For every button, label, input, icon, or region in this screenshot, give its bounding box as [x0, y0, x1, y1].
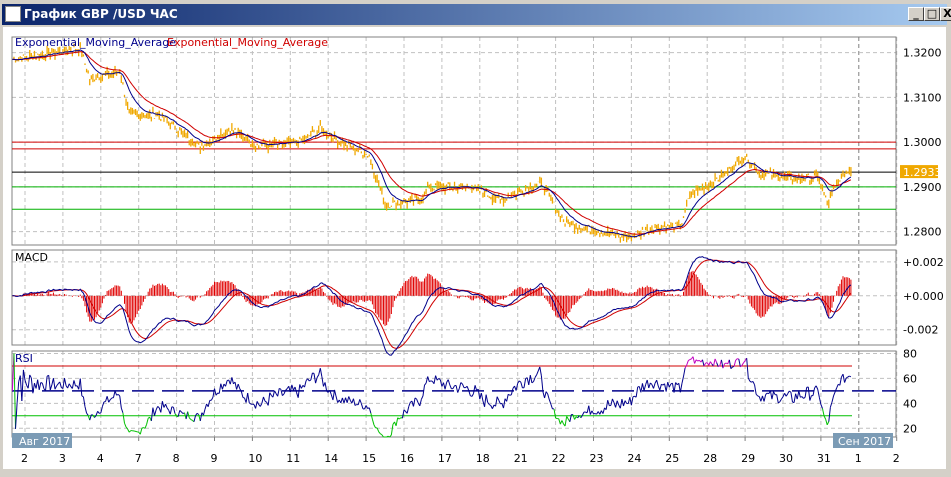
- x-tick-label: 15: [362, 452, 376, 465]
- x-tick-label: 31: [817, 452, 831, 465]
- price-tick-label: 1.3200: [903, 47, 942, 60]
- x-tick-label: 1: [855, 452, 862, 465]
- rsi-segment: [190, 419, 193, 421]
- chart-background: [3, 27, 946, 469]
- chart-window: График GBP /USD ЧАС _ □ X 2 3 4 7 8 9 10 11 14 15…: [0, 0, 951, 477]
- rsi-segment: [849, 375, 852, 378]
- macd-tick-label: -0.002: [903, 324, 938, 337]
- rsi-tick-label: 80: [903, 347, 917, 360]
- month-label-start: Авг 2017: [19, 435, 70, 448]
- x-tick-label: 24: [627, 452, 641, 465]
- ema-slow-label: Exponential_Moving_Average: [167, 36, 328, 49]
- ema-fast-label: Exponential_Moving_Average: [15, 36, 176, 49]
- x-tick-label: 2: [893, 452, 900, 465]
- x-tick-label: 18: [476, 452, 490, 465]
- price-tick-label: 1.2800: [903, 226, 942, 239]
- x-tick-label: 28: [703, 452, 717, 465]
- price-tick-label: 1.2900: [903, 181, 942, 194]
- macd-tick-label: +0.002: [903, 256, 944, 269]
- x-tick-label: 14: [324, 452, 338, 465]
- rsi-segment: [386, 435, 389, 438]
- current-price-label: 1.2933: [903, 166, 942, 179]
- price-tick-label: 1.3000: [903, 136, 942, 149]
- rsi-label: RSI: [15, 352, 33, 365]
- chart-canvas[interactable]: 2 3 4 7 8 9 10 11 14 15 16 17 18 21 22 23 24 25 28 29 30 31 1 2…: [0, 0, 951, 477]
- rsi-tick-label: 60: [903, 372, 917, 385]
- rsi-segment: [429, 380, 432, 383]
- x-tick-label: 17: [438, 452, 452, 465]
- rsi-segment: [40, 382, 43, 384]
- rsi-segment: [141, 427, 144, 429]
- rsi-segment: [171, 406, 174, 408]
- x-tick-label: 9: [211, 452, 218, 465]
- macd-label: MACD: [15, 251, 48, 264]
- rsi-tick-label: 20: [903, 422, 917, 435]
- rsi-segment: [509, 394, 512, 396]
- x-tick-label: 25: [665, 452, 679, 465]
- x-tick-label: 11: [286, 452, 300, 465]
- price-tick-label: 1.3100: [903, 91, 942, 104]
- rsi-segment: [732, 365, 735, 368]
- rsi-tick-label: 40: [903, 397, 917, 410]
- x-tick-label: 3: [59, 452, 66, 465]
- x-tick-label: 23: [590, 452, 604, 465]
- x-tick-label: 30: [779, 452, 793, 465]
- x-tick-label: 29: [741, 452, 755, 465]
- x-tick-label: 10: [248, 452, 262, 465]
- x-tick-label: 21: [514, 452, 528, 465]
- x-tick-label: 7: [135, 452, 142, 465]
- x-tick-label: 16: [400, 452, 414, 465]
- rsi-segment: [757, 395, 760, 398]
- x-tick-label: 8: [173, 452, 180, 465]
- x-tick-label: 2: [21, 452, 28, 465]
- x-tick-label: 4: [97, 452, 104, 465]
- month-label-end: Сен 2017: [838, 435, 891, 448]
- macd-tick-label: +0.000: [903, 290, 944, 303]
- x-tick-label: 22: [552, 452, 566, 465]
- rsi-segment: [632, 395, 635, 398]
- rsi-segment: [724, 362, 727, 365]
